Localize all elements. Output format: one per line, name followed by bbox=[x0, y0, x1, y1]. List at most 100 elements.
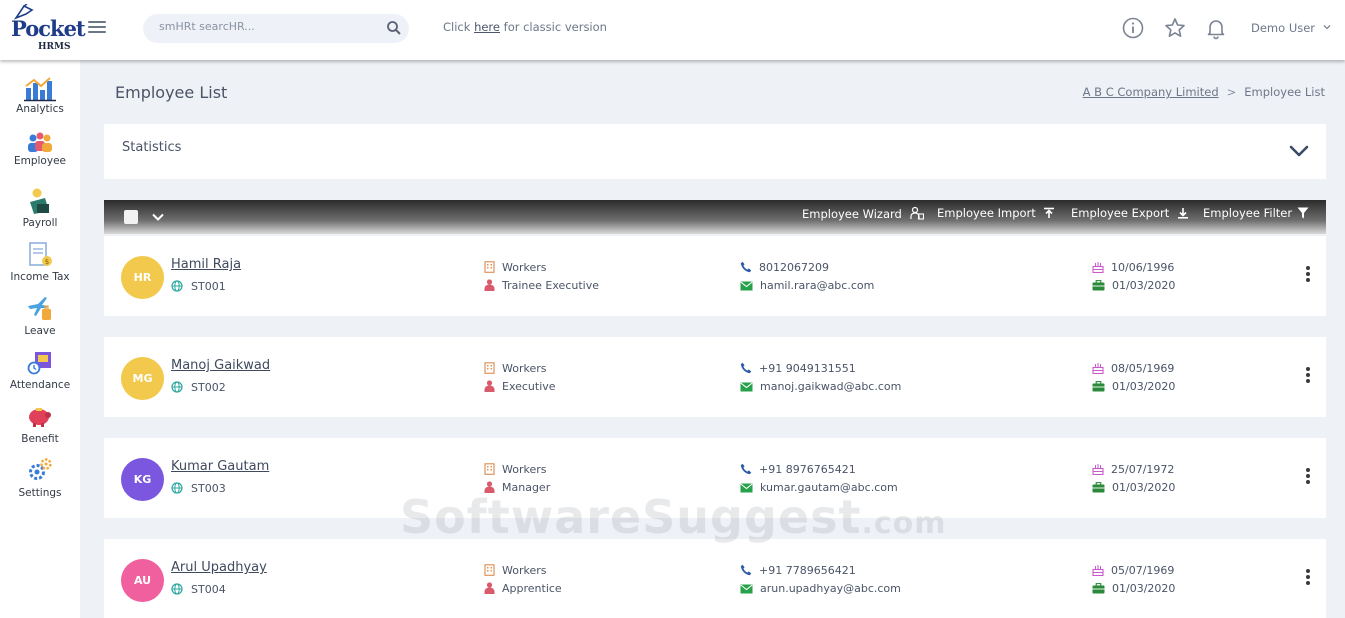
employee-phone: +91 8976765421 bbox=[740, 463, 856, 476]
sidebar-label-benefit: Benefit bbox=[21, 433, 59, 445]
employee-category: Workers bbox=[484, 362, 546, 375]
avatar[interactable]: HR bbox=[121, 256, 164, 299]
employee-doj-value: 01/03/2020 bbox=[1112, 582, 1176, 595]
avatar[interactable]: KG bbox=[121, 458, 164, 501]
employee-name-link[interactable]: Kumar Gautam bbox=[171, 459, 269, 474]
sidebar-item-employee[interactable]: Employee bbox=[0, 132, 80, 184]
phone-icon bbox=[740, 362, 752, 374]
filter-icon bbox=[1297, 207, 1309, 219]
employee-email: arun.upadhyay@abc.com bbox=[740, 582, 901, 595]
import-icon bbox=[1044, 207, 1055, 218]
employee-name-link[interactable]: Manoj Gaikwad bbox=[171, 358, 270, 373]
more-options-icon[interactable] bbox=[1304, 266, 1312, 286]
employee-export-button[interactable]: Employee Export bbox=[1071, 206, 1189, 220]
wizard-icon bbox=[909, 206, 924, 220]
classic-prefix: Click bbox=[443, 20, 475, 34]
pocket-hrms-logo[interactable]: Pocket HRMS bbox=[8, 4, 86, 56]
breadcrumb-current: Employee List bbox=[1244, 85, 1325, 99]
employee-email-value: kumar.gautam@abc.com bbox=[760, 481, 898, 494]
employee-import-label: Employee Import bbox=[937, 206, 1036, 220]
employee-filter-label: Employee Filter bbox=[1203, 206, 1293, 220]
employee-email-value: manoj.gaikwad@abc.com bbox=[760, 380, 902, 393]
chevron-down-icon[interactable] bbox=[151, 210, 165, 224]
phone-icon bbox=[740, 463, 752, 475]
select-all-checkbox[interactable] bbox=[124, 210, 138, 224]
user-menu[interactable]: Demo User bbox=[1251, 21, 1331, 35]
employee-dob-value: 10/06/1996 bbox=[1111, 261, 1175, 274]
sidebar-item-income-tax[interactable]: $ Income Tax bbox=[0, 240, 80, 292]
building-icon bbox=[484, 261, 495, 273]
employee-name-link[interactable]: Hamil Raja bbox=[171, 257, 241, 272]
employee-category: Workers bbox=[484, 261, 546, 274]
settings-icon bbox=[29, 458, 52, 480]
statistics-panel[interactable]: Statistics bbox=[104, 124, 1326, 179]
sidebar-label-analytics: Analytics bbox=[16, 103, 64, 115]
briefcase-icon bbox=[1092, 280, 1105, 291]
employee-email-value: hamil.rara@abc.com bbox=[760, 279, 875, 292]
info-icon[interactable] bbox=[1121, 16, 1145, 40]
top-bar: Pocket HRMS Click here for classic versi… bbox=[0, 0, 1345, 60]
classic-version-link[interactable]: here bbox=[474, 20, 500, 34]
sidebar-label-payroll: Payroll bbox=[22, 217, 58, 229]
avatar[interactable]: AU bbox=[121, 559, 164, 602]
employee-designation: Manager bbox=[484, 481, 550, 494]
search-input[interactable] bbox=[159, 20, 379, 33]
employee-designation-value: Apprentice bbox=[502, 582, 562, 595]
payroll-icon bbox=[30, 188, 49, 214]
classic-version-text: Click here for classic version bbox=[443, 20, 607, 34]
employee-category-value: Workers bbox=[502, 564, 547, 577]
sidebar-item-attendance[interactable]: Attendance bbox=[0, 348, 80, 400]
employee-toolbar: Employee Wizard Employee Import Employee… bbox=[104, 200, 1326, 234]
chevron-down-icon[interactable] bbox=[1288, 140, 1310, 162]
menu-toggle-icon[interactable] bbox=[88, 18, 106, 36]
mail-icon bbox=[740, 281, 753, 291]
employee-filter-button[interactable]: Employee Filter bbox=[1203, 206, 1309, 220]
svg-text:$: $ bbox=[45, 258, 49, 266]
bell-icon[interactable] bbox=[1204, 16, 1228, 40]
more-options-icon[interactable] bbox=[1304, 367, 1312, 387]
more-options-icon[interactable] bbox=[1304, 468, 1312, 488]
employee-dob-value: 08/05/1969 bbox=[1111, 362, 1175, 375]
page-title: Employee List bbox=[115, 83, 228, 102]
briefcase-icon bbox=[1092, 482, 1105, 493]
employee-code-value: ST002 bbox=[191, 381, 226, 394]
employee-import-button[interactable]: Employee Import bbox=[937, 206, 1055, 220]
employee-designation: Executive bbox=[484, 380, 556, 393]
employee-wizard-button[interactable]: Employee Wizard bbox=[802, 206, 924, 221]
sidebar-item-leave[interactable]: Leave bbox=[0, 294, 80, 346]
breadcrumb: A B C Company Limited > Employee List bbox=[1083, 85, 1325, 99]
employee-card: AU Arul Upadhyay ST004 Workers Apprentice +91… bbox=[104, 539, 1326, 618]
employee-category-value: Workers bbox=[502, 362, 547, 375]
employee-email: hamil.rara@abc.com bbox=[740, 279, 874, 292]
employee-doj: 01/03/2020 bbox=[1092, 279, 1175, 292]
employee-phone-value: +91 7789656421 bbox=[759, 564, 856, 577]
employee-card: KG Kumar Gautam ST003 Workers Manager +91 897… bbox=[104, 438, 1326, 518]
statistics-label: Statistics bbox=[122, 140, 182, 155]
sidebar: Analytics Employee Payroll $ Income Tax bbox=[0, 60, 80, 618]
mail-icon bbox=[740, 584, 753, 594]
more-options-icon[interactable] bbox=[1304, 569, 1312, 589]
search-icon[interactable] bbox=[386, 20, 402, 36]
globe-icon bbox=[171, 482, 183, 494]
star-icon[interactable] bbox=[1163, 16, 1187, 40]
employee-email: manoj.gaikwad@abc.com bbox=[740, 380, 901, 393]
sidebar-item-analytics[interactable]: Analytics bbox=[0, 76, 80, 128]
birthday-cake-icon bbox=[1092, 565, 1104, 577]
employee-name-link[interactable]: Arul Upadhyay bbox=[171, 560, 267, 575]
sidebar-item-benefit[interactable]: Benefit bbox=[0, 402, 80, 454]
employee-category: Workers bbox=[484, 463, 546, 476]
sidebar-item-payroll[interactable]: Payroll bbox=[0, 186, 80, 238]
avatar[interactable]: MG bbox=[121, 357, 164, 400]
employee-code-value: ST004 bbox=[191, 583, 226, 596]
employee-phone-value: 8012067209 bbox=[759, 261, 829, 274]
user-name: Demo User bbox=[1251, 21, 1316, 35]
building-icon bbox=[484, 463, 495, 475]
employee-category: Workers bbox=[484, 564, 546, 577]
user-tie-icon bbox=[484, 582, 495, 594]
globe-icon bbox=[171, 280, 183, 292]
employee-designation: Trainee Executive bbox=[484, 279, 599, 292]
logo-subtext: HRMS bbox=[38, 42, 71, 52]
breadcrumb-company-link[interactable]: A B C Company Limited bbox=[1083, 85, 1219, 99]
sidebar-item-settings[interactable]: Settings bbox=[0, 456, 80, 508]
employee-icon bbox=[28, 132, 52, 152]
